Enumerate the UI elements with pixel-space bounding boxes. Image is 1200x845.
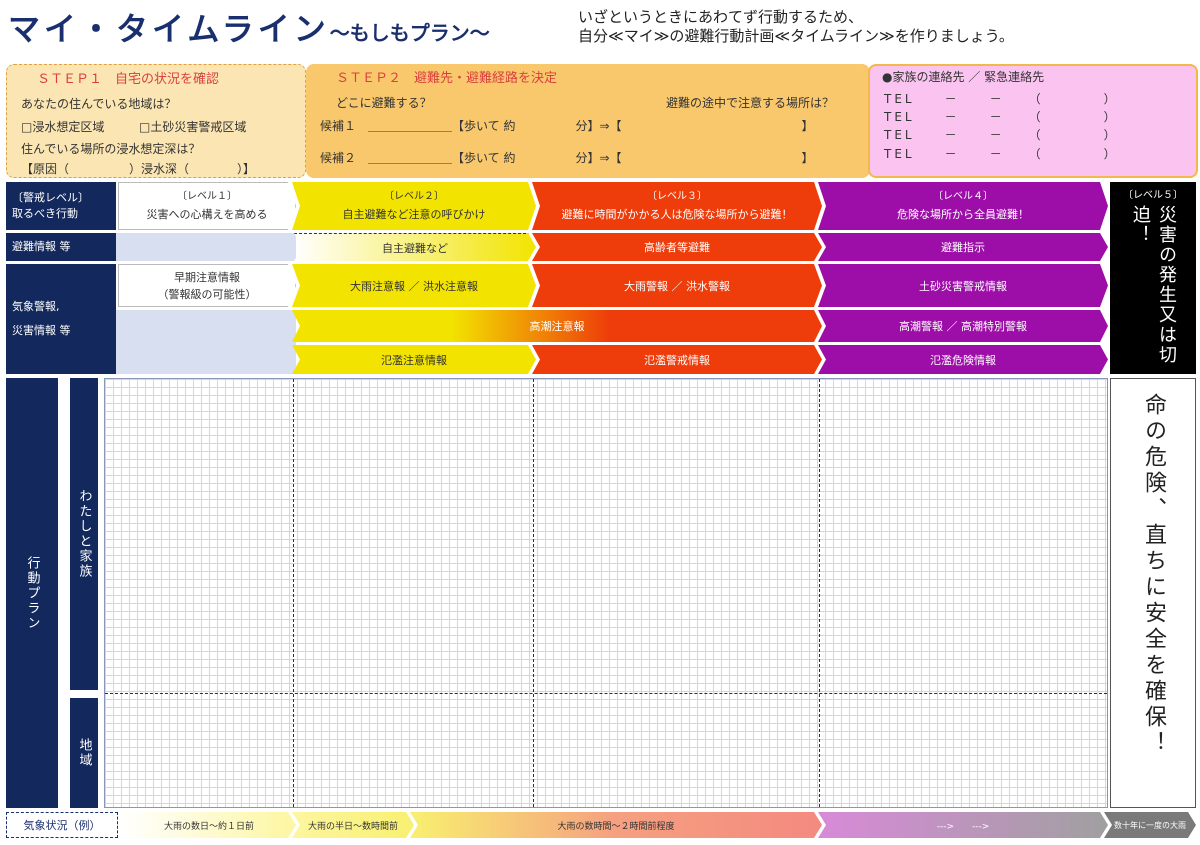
plan-grid[interactable] xyxy=(104,378,1108,808)
level-1-cell: 〔レベル１〕 災害への心構えを高める xyxy=(118,182,296,230)
flood-l4-cell: 氾濫危険情報 xyxy=(818,345,1108,374)
evac-l3-cell: 高齢者等避難 xyxy=(532,233,822,261)
warning-header-line2: 災害情報 等 xyxy=(12,324,71,337)
title-main: マイ・タイムライン xyxy=(8,10,330,48)
contacts-heading: ●家族の連絡先 ／ 緊急連絡先 xyxy=(882,70,1045,84)
depth-answer-field[interactable]: 【原因（ ）浸水深（ ）】 xyxy=(21,160,255,177)
rain-warning-cell: 大雨警報 ／ 洪水警報 xyxy=(532,264,822,307)
weather-stage-5: 数十年に一度の大雨 xyxy=(1104,812,1196,838)
evac-l4-cell: 避難指示 xyxy=(818,233,1108,261)
contacts-panel: ●家族の連絡先 ／ 緊急連絡先 TEL － － （ ） TEL － － （ ） … xyxy=(868,64,1198,178)
step1-heading: ＳＴＥＰ１ 自宅の状況を確認 xyxy=(37,72,220,87)
weather-stage-4: ---> ---> xyxy=(818,812,1108,838)
weather-stage-2: 大雨の半日～数時間前 xyxy=(292,812,414,838)
evac-l1-empty xyxy=(116,233,296,261)
grid-divider-area xyxy=(105,693,1107,694)
tel-field-1[interactable]: TEL － － （ ） xyxy=(884,90,1119,107)
level-2-tag: 〔レベル２〕 xyxy=(384,191,444,202)
storm-surge-warning-cell: 高潮警報 ／ 高潮特別警報 xyxy=(818,310,1108,342)
intro-line-2: 自分≪マイ≫の避難行動計画≪タイムライン≫を作りましょう。 xyxy=(578,27,1014,45)
grid-divider-l4 xyxy=(819,379,820,807)
level-5-message: 命の危険、直ちに安全を確保！ xyxy=(1141,393,1166,757)
level-4-action: 危険な場所から全員避難！ xyxy=(897,208,1029,221)
rain-advisory-cell: 大雨注意報 ／ 洪水注意報 xyxy=(292,264,536,307)
early-warning-line1: 早期注意情報 xyxy=(174,270,240,284)
level-5-cell: 〔レベル５〕 災害の発生又は切迫！ xyxy=(1110,182,1196,374)
page-title: マイ・タイムライン～もしもプラン～ xyxy=(8,4,490,50)
evac-l2-cell: 自主避難など xyxy=(294,233,536,261)
level-5-tag: 〔レベル５〕 xyxy=(1123,190,1183,201)
intro-line-1: いざというときにあわてず行動するため、 xyxy=(578,8,864,26)
tel-field-4[interactable]: TEL － － （ ） xyxy=(884,145,1119,162)
weather-label: 気象状況（例） xyxy=(6,812,118,838)
candidate-2-field[interactable]: 候補２ ＿＿＿＿＿＿＿【歩いて 約 分】⇒【 】 xyxy=(320,149,814,166)
evac-row-header: 避難情報 等 xyxy=(6,233,116,261)
level-header-line1: 〔警戒レベル〕 xyxy=(12,191,89,204)
tel-field-2[interactable]: TEL － － （ ） xyxy=(884,108,1119,125)
plan-header-text: 行動プラン xyxy=(24,555,40,631)
plan-header: 行動プラン xyxy=(6,378,58,808)
level-3-cell: 〔レベル３〕 避難に時間がかかる人は危険な場所から避難！ xyxy=(532,182,822,230)
warning-l1-empty xyxy=(116,310,296,374)
step2-panel: ＳＴＥＰ２ 避難先・避難経路を決定 どこに避難する？ 避難の途中で注意する場所は… xyxy=(306,64,870,178)
evac-header-text: 避難情報 等 xyxy=(12,240,71,253)
sediment-warning-cell: 土砂災害警戒情報 xyxy=(818,264,1108,307)
level-2-action: 自主避難など注意の呼びかけ xyxy=(342,208,486,221)
level-1-tag: 〔レベル１〕 xyxy=(177,191,237,202)
step2-question-where: どこに避難する？ xyxy=(336,96,432,110)
weather-stage-3: 大雨の数時間～２時間前程度 xyxy=(410,812,822,838)
area-header: 地域 xyxy=(70,698,98,808)
flood-l2-cell: 氾濫注意情報 xyxy=(292,345,536,374)
level-2-cell: 〔レベル２〕 自主避難など注意の呼びかけ xyxy=(292,182,536,230)
level-4-cell: 〔レベル４〕 危険な場所から全員避難！ xyxy=(818,182,1108,230)
candidate-1-field[interactable]: 候補１ ＿＿＿＿＿＿＿【歩いて 約 分】⇒【 】 xyxy=(320,117,814,134)
early-warning-line2: （警報級の可能性） xyxy=(157,287,257,301)
landslide-area-checkbox[interactable]: □土砂災害警戒区域 xyxy=(139,118,246,135)
step2-question-caution: 避難の途中で注意する場所は？ xyxy=(666,96,835,110)
step1-question-area: あなたの住んでいる地域は？ xyxy=(21,97,177,111)
level-5-action: 災害の発生又は切迫！ xyxy=(1130,205,1177,365)
level-header-line2: 取るべき行動 xyxy=(12,207,78,220)
intro-text: いざというときにあわてず行動するため、 自分≪マイ≫の避難行動計画≪タイムライン… xyxy=(578,8,1014,46)
grid-divider-l3 xyxy=(533,379,534,807)
title-subtitle: ～もしもプラン～ xyxy=(329,21,490,45)
level-3-tag: 〔レベル３〕 xyxy=(647,191,707,202)
level-row-header: 〔警戒レベル〕 取るべき行動 xyxy=(6,182,116,230)
warning-header-line1: 気象警報, xyxy=(12,300,60,313)
family-header: わたしと家族 xyxy=(70,378,98,690)
step1-panel: ＳＴＥＰ１ 自宅の状況を確認 あなたの住んでいる地域は？ □浸水想定区域 □土砂… xyxy=(6,64,306,178)
storm-surge-advisory-cell: 高潮注意報 xyxy=(292,310,822,342)
weather-stage-1: 大雨の数日～約１日前 xyxy=(122,812,296,838)
level-4-tag: 〔レベル４〕 xyxy=(933,191,993,202)
level-3-action: 避難に時間がかかる人は危険な場所から避難！ xyxy=(561,208,793,221)
early-warning-cell: 早期注意情報 （警報級の可能性） xyxy=(118,264,296,307)
level-5-message-box: 命の危険、直ちに安全を確保！ xyxy=(1110,378,1196,808)
step1-question-depth: 住んでいる場所の浸水想定深は？ xyxy=(21,142,201,156)
area-header-text: 地域 xyxy=(76,738,92,768)
tel-field-3[interactable]: TEL － － （ ） xyxy=(884,126,1119,143)
warning-row-header: 気象警報, 災害情報 等 xyxy=(6,264,116,374)
level-1-action: 災害への心構えを高める xyxy=(146,208,268,221)
family-header-text: わたしと家族 xyxy=(76,489,92,579)
flood-area-checkbox[interactable]: □浸水想定区域 xyxy=(21,118,104,135)
flood-l3-cell: 氾濫警戒情報 xyxy=(532,345,822,374)
grid-divider-l2 xyxy=(293,379,294,807)
step2-heading: ＳＴＥＰ２ 避難先・避難経路を決定 xyxy=(336,71,558,86)
